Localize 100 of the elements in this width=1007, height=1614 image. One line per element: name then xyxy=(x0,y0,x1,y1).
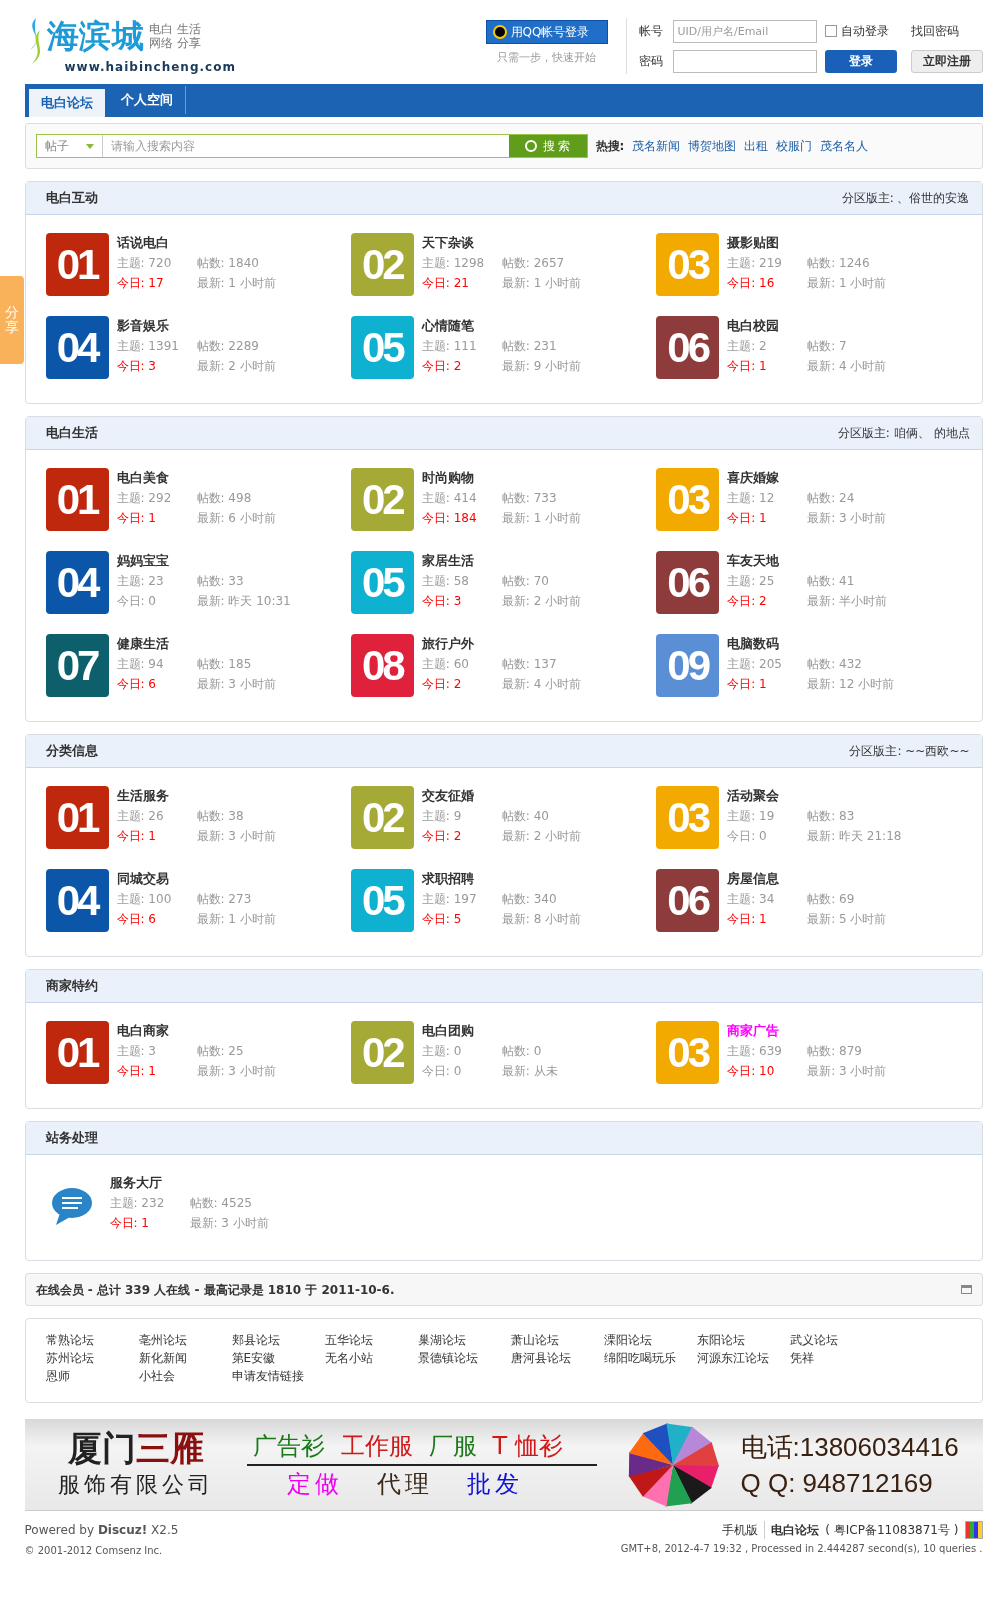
topic-count: 主题: 26 xyxy=(116,808,165,824)
collapse-icon[interactable] xyxy=(960,1285,972,1294)
auto-login-checkbox[interactable]: 自动登录 xyxy=(824,22,897,40)
nav-tab[interactable]: 电白论坛 xyxy=(28,89,105,117)
hot-search-link[interactable]: 校服门 xyxy=(776,137,813,155)
company-name: 厦门 xyxy=(67,1428,136,1468)
hot-search-label: 热搜: xyxy=(595,138,625,155)
friend-link[interactable]: 第E安徽 xyxy=(231,1349,276,1367)
friend-link[interactable]: 萧山论坛 xyxy=(510,1331,559,1349)
search-field[interactable]: 帖子 请输入搜索内容 搜 索 xyxy=(35,134,588,158)
hot-search-link[interactable]: 出租 xyxy=(744,137,769,155)
latest-post-time: 最新: 12 小时前 xyxy=(807,676,895,692)
friend-link[interactable]: 巢湖论坛 xyxy=(417,1331,466,1349)
today-count: 今日: 6 xyxy=(116,676,157,692)
today-count: 今日: 0 xyxy=(116,593,157,609)
forum-number-tile: 03 xyxy=(656,468,720,531)
password-field[interactable] xyxy=(672,49,817,73)
mobile-link[interactable]: 手机版 xyxy=(722,1521,759,1539)
account-field[interactable]: UID/用户名/Email xyxy=(672,19,817,43)
today-count: 今日: 1 xyxy=(109,1215,150,1231)
forum-name-link[interactable]: 同城交易 xyxy=(116,871,169,887)
forum-name-link[interactable]: 房屋信息 xyxy=(727,871,780,887)
friend-link[interactable]: 恩师 xyxy=(45,1367,70,1385)
latest-post-time: 最新: 昨天 10:31 xyxy=(196,593,291,609)
friend-link[interactable]: 溧阳论坛 xyxy=(603,1331,652,1349)
friend-link[interactable]: 郏县论坛 xyxy=(231,1331,280,1349)
latest-post-time: 最新: 半小时前 xyxy=(807,593,887,609)
forum-name-link[interactable]: 影音娱乐 xyxy=(116,318,169,334)
advert-banner[interactable]: 厦门三雁 服饰有限公司 广告衫 工作服 厂服 T 恤衫 定做 代理 批发 电话:13806034416 Q Q: 948712169 xyxy=(24,1419,983,1511)
search-icon xyxy=(524,140,537,152)
friend-link[interactable]: 五华论坛 xyxy=(324,1331,373,1349)
forum-name-link[interactable]: 家居生活 xyxy=(421,553,474,569)
friend-link[interactable]: 景德镇论坛 xyxy=(417,1349,478,1367)
friend-link[interactable]: 苏州论坛 xyxy=(45,1349,94,1367)
hot-search-link[interactable]: 博贺地图 xyxy=(688,137,737,155)
latest-post-time: 最新: 3 小时前 xyxy=(196,1063,276,1079)
latest-post-time: 最新: 1 小时前 xyxy=(501,275,582,291)
forum-name-link[interactable]: 摄影贴图 xyxy=(727,235,780,251)
friend-link[interactable]: 武义论坛 xyxy=(789,1331,838,1349)
forum-number-tile: 03 xyxy=(656,786,720,849)
forum-name-link[interactable]: 旅行户外 xyxy=(421,636,474,652)
latest-post-time: 最新: 1 小时前 xyxy=(196,275,276,291)
logo-url: www.haibincheng.com xyxy=(63,59,237,76)
forum-number-tile: 01 xyxy=(45,786,109,849)
forum-name-link[interactable]: 电白团购 xyxy=(421,1023,474,1039)
forum-name-link[interactable]: 活动聚会 xyxy=(727,788,780,804)
forum-name-link[interactable]: 车友天地 xyxy=(727,553,780,569)
product-label: 工作服 xyxy=(340,1430,413,1462)
forum-name-link[interactable]: 健康生活 xyxy=(116,636,169,652)
forum-name-link[interactable]: 天下杂谈 xyxy=(421,235,474,251)
section-title: 站务处理 xyxy=(45,1129,98,1148)
forum-name-link[interactable]: 电白美食 xyxy=(116,470,169,486)
forum-number-tile: 02 xyxy=(350,468,414,531)
qq-login-button[interactable]: 用QQ帐号登录 xyxy=(485,20,608,44)
forum-number-tile: 07 xyxy=(45,634,109,697)
post-count: 帖数: 273 xyxy=(196,891,253,907)
post-count: 帖数: 1840 xyxy=(196,255,260,271)
friend-link[interactable]: 无名小站 xyxy=(324,1349,373,1367)
friend-link[interactable]: 东阳论坛 xyxy=(696,1331,745,1349)
stats-counter-icon[interactable] xyxy=(964,1521,983,1539)
hot-search-link[interactable]: 茂名名人 xyxy=(820,137,869,155)
forum-name-link[interactable]: 电白校园 xyxy=(727,318,780,334)
friend-link[interactable]: 绵阳吃喝玩乐 xyxy=(603,1349,676,1367)
forum-name-link[interactable]: 心情随笔 xyxy=(421,318,474,334)
forum-name-link[interactable]: 生活服务 xyxy=(116,788,169,804)
topic-count: 主题: 232 xyxy=(109,1195,166,1211)
qq-hint: 只需一步，快速开始 xyxy=(497,50,596,66)
friend-link[interactable]: 亳州论坛 xyxy=(138,1331,187,1349)
friend-link[interactable]: 河源东江论坛 xyxy=(696,1349,769,1367)
forum-name-link[interactable]: 时尚购物 xyxy=(421,470,474,486)
forum-name-link[interactable]: 话说电白 xyxy=(116,235,169,251)
latest-post-time: 最新: 2 小时前 xyxy=(196,358,276,374)
friend-link[interactable]: 申请友情链接 xyxy=(231,1367,304,1385)
forum-name-link[interactable]: 电脑数码 xyxy=(727,636,780,652)
section-moderators: 分区版主: ~~西欧~~ xyxy=(849,743,970,760)
forum-name-link[interactable]: 求职招聘 xyxy=(421,871,474,887)
section-title: 商家特约 xyxy=(45,977,98,996)
login-button[interactable]: 登录 xyxy=(824,49,897,73)
topic-count: 主题: 60 xyxy=(421,656,470,672)
hot-search-link[interactable]: 茂名新闻 xyxy=(632,137,681,155)
forgot-password-link[interactable]: 找回密码 xyxy=(902,22,983,40)
friend-link[interactable]: 唐河县论坛 xyxy=(510,1349,571,1367)
forum-name-link[interactable]: 服务大厅 xyxy=(109,1175,162,1191)
latest-post-time: 最新: 3 小时前 xyxy=(807,1063,887,1079)
friend-link[interactable]: 常熟论坛 xyxy=(45,1331,94,1349)
today-count: 今日: 1 xyxy=(727,358,768,374)
friend-link[interactable]: 小社会 xyxy=(138,1367,175,1385)
register-button[interactable]: 立即注册 xyxy=(910,49,983,73)
forum-name-link[interactable]: 交友征婚 xyxy=(421,788,474,804)
post-count: 帖数: 24 xyxy=(807,490,856,506)
forum-link[interactable]: 电白论坛 xyxy=(764,1521,820,1539)
forum-name-link[interactable]: 电白商家 xyxy=(116,1023,169,1039)
forum-name-link[interactable]: 妈妈宝宝 xyxy=(116,553,169,569)
latest-post-time: 最新: 6 小时前 xyxy=(196,510,276,526)
friend-link[interactable]: 新化新闻 xyxy=(138,1349,187,1367)
forum-name-link[interactable]: 喜庆婚嫁 xyxy=(727,470,780,486)
post-count: 帖数: 185 xyxy=(196,656,253,672)
friend-link[interactable]: 凭祥 xyxy=(789,1349,814,1367)
forum-number-tile: 05 xyxy=(350,869,414,932)
nav-tab[interactable]: 个人空间 xyxy=(108,86,186,114)
